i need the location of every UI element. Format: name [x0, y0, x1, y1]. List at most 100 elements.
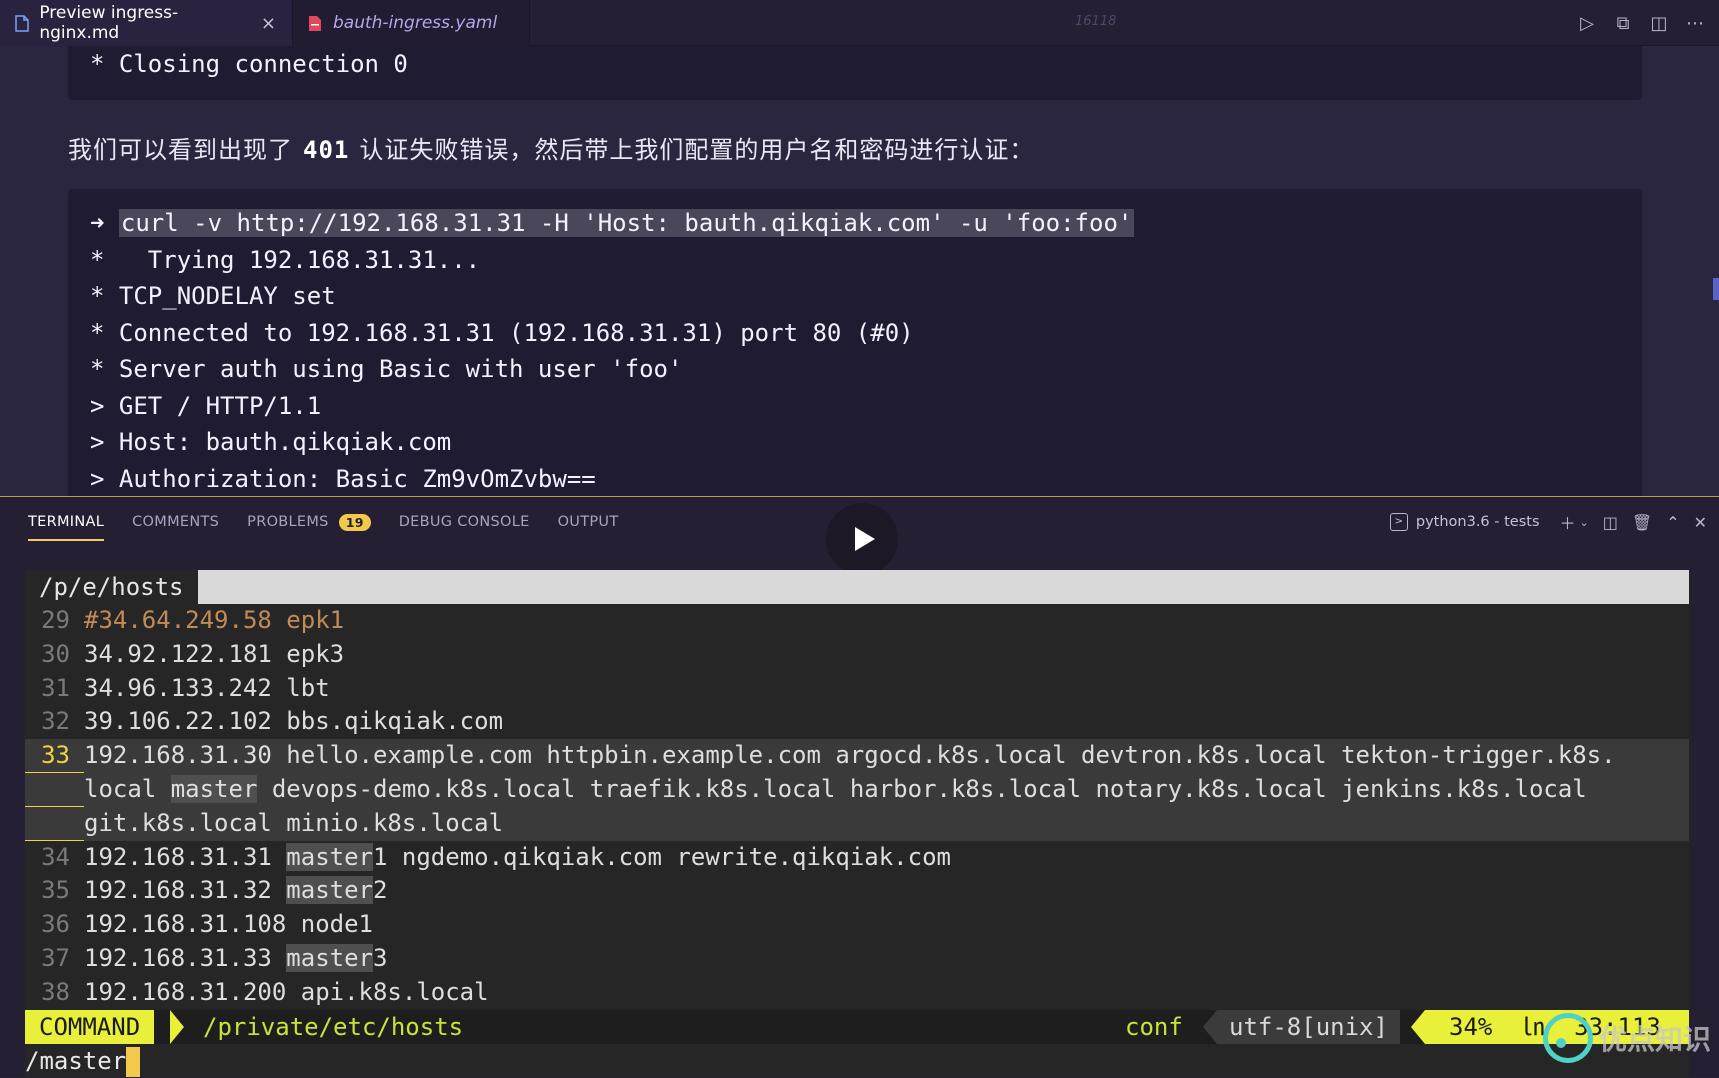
text-cursor — [126, 1047, 140, 1077]
line-number: 34 — [25, 841, 84, 875]
line-text: 39.106.22.102 bbs.qikqiak.com — [84, 705, 1689, 739]
search-match: master — [171, 775, 258, 803]
vim-line: 29#34.64.249.58 epk1 — [25, 604, 1689, 638]
code-line: * Connected to 192.168.31.31 (192.168.31… — [90, 315, 1642, 352]
tab-output[interactable]: OUTPUT — [544, 497, 633, 547]
line-number: 38 — [25, 976, 84, 1010]
paragraph: 我们可以看到出现了 401 认证失败错误，然后带上我们配置的用户名和密码进行认证： — [68, 130, 1034, 165]
yaml-file-icon — [307, 14, 323, 32]
status-code: 401 — [303, 136, 349, 164]
line-text: 192.168.31.30 hello.example.com httpbin.… — [84, 739, 1689, 773]
terminal-selector[interactable]: > python3.6 - tests — [1390, 513, 1540, 531]
search-command: /master — [25, 1047, 126, 1075]
vim-line: 34192.168.31.31 master1 ngdemo.qikqiak.c… — [25, 841, 1689, 875]
code-line: * TCP_NODELAY set — [90, 278, 1642, 315]
tab-label: Preview ingress-nginx.md — [39, 3, 249, 43]
code-line: > GET / HTTP/1.1 — [90, 388, 1642, 425]
file-encoding: utf-8[unix] — [1217, 1010, 1400, 1044]
code-line: ➜ curl -v http://192.168.31.31 -H 'Host:… — [90, 205, 1642, 242]
terminal-vim[interactable]: /p/e/hosts 29#34.64.249.58 epk1 3034.92.… — [25, 570, 1689, 1077]
editor-actions: ▷ ⧉ ◫ ⋯ — [1577, 0, 1705, 46]
watermark-text: 优点知识 — [1599, 1018, 1711, 1058]
maximize-panel-icon[interactable]: ⌃ — [1666, 513, 1679, 532]
tab-debug-console[interactable]: DEBUG CONSOLE — [385, 497, 544, 547]
shell-label: python3.6 - tests — [1416, 514, 1540, 530]
line-number: 31 — [25, 672, 84, 706]
text-segment: 2 — [373, 876, 387, 904]
play-button[interactable] — [826, 503, 898, 575]
vim-mode: COMMAND — [25, 1010, 154, 1044]
vim-line: 38192.168.31.200 api.k8s.local — [25, 976, 1689, 1010]
tab-bauth-ingress-yaml[interactable]: bauth-ingress.yaml — [292, 0, 530, 46]
panel-actions: > python3.6 - tests ＋ ⌄ ◫ 🗑 ⌃ ✕ — [1390, 497, 1707, 547]
text-segment: 192.168.31.31 — [84, 843, 286, 871]
line-number: 29 — [25, 604, 84, 638]
more-actions-icon[interactable]: ⋯ — [1685, 13, 1705, 34]
vim-line: 3134.96.133.242 lbt — [25, 672, 1689, 706]
code-line: > Authorization: Basic Zm9vOmZvbw== — [90, 461, 1642, 497]
line-number — [25, 773, 84, 807]
panel-tabs: TERMINAL COMMENTS PROBLEMS 19 DEBUG CONSO… — [14, 497, 632, 547]
line-number: 37 — [25, 942, 84, 976]
vim-current-line-wrap: local master devops-demo.k8s.local traef… — [25, 773, 1689, 807]
line-number: 30 — [25, 638, 84, 672]
line-number: 36 — [25, 908, 84, 942]
file-path: /private/etc/hosts — [203, 1010, 463, 1044]
vim-line: 3239.106.22.102 bbs.qikqiak.com — [25, 705, 1689, 739]
tab-terminal[interactable]: TERMINAL — [14, 497, 118, 547]
line-text: git.k8s.local minio.k8s.local — [84, 807, 1689, 841]
close-panel-icon[interactable]: ✕ — [1694, 513, 1707, 532]
tab-problems[interactable]: PROBLEMS 19 — [233, 497, 385, 547]
vim-current-line-wrap: git.k8s.local minio.k8s.local — [25, 807, 1689, 841]
code-line: > Host: bauth.qikqiak.com — [90, 424, 1642, 461]
vim-line: 36192.168.31.108 node1 — [25, 908, 1689, 942]
code-line: * Trying 192.168.31.31... — [90, 242, 1642, 279]
line-text: 34.92.122.181 epk3 — [84, 638, 1689, 672]
chevron-down-icon[interactable]: ⌄ — [1580, 516, 1589, 529]
vim-line: 3034.92.122.181 epk3 — [25, 638, 1689, 672]
play-icon — [855, 527, 875, 551]
line-text: local master devops-demo.k8s.local traef… — [84, 773, 1689, 807]
split-editor-icon[interactable]: ◫ — [1649, 13, 1669, 34]
tab-label: bauth-ingress.yaml — [333, 13, 497, 33]
line-text: 34.96.133.242 lbt — [84, 672, 1689, 706]
tab-comments[interactable]: COMMENTS — [118, 497, 233, 547]
text-segment: 1 ngdemo.qikqiak.com rewrite.qikqiak.com — [373, 843, 951, 871]
line-number: 32 — [25, 705, 84, 739]
vim-command-line[interactable]: /master — [25, 1044, 140, 1078]
line-number: 33 — [25, 739, 84, 773]
split-terminal-icon[interactable]: ◫ — [1603, 513, 1618, 532]
trash-icon[interactable]: 🗑 — [1632, 513, 1652, 532]
code-block-curl: ➜ curl -v http://192.168.31.31 -H 'Host:… — [68, 189, 1642, 496]
powerline-separator — [1203, 1010, 1217, 1044]
paragraph-text: 认证失败错误，然后带上我们配置的用户名和密码进行认证： — [359, 136, 1034, 164]
line-text: 192.168.31.31 master1 ngdemo.qikqiak.com… — [84, 841, 1689, 875]
problems-badge: 19 — [339, 514, 371, 531]
text-segment: 192.168.31.32 — [84, 876, 286, 904]
vim-current-line: 33192.168.31.30 hello.example.com httpbi… — [25, 739, 1689, 773]
paragraph-text: 我们可以看到出现了 — [68, 136, 293, 164]
watermark: 优点知识 — [1543, 1013, 1711, 1063]
tab-label: PROBLEMS — [247, 514, 329, 530]
file-type: conf — [1125, 1010, 1183, 1044]
line-number — [25, 807, 84, 841]
code-line: * Server auth using Basic with user 'foo… — [90, 351, 1642, 388]
vim-buffer-name: /p/e/hosts — [25, 570, 198, 604]
text-segment: local — [84, 775, 171, 803]
tab-preview-ingress-nginx[interactable]: Preview ingress-nginx.md × — [0, 0, 292, 46]
ghost-text: 16118 — [1075, 14, 1116, 29]
line-number: 35 — [25, 874, 84, 908]
vim-line: 35192.168.31.32 master2 — [25, 874, 1689, 908]
search-match: master — [286, 843, 373, 871]
powerline-separator — [1411, 1010, 1425, 1044]
scrollbar-marker[interactable] — [1713, 278, 1719, 300]
powerline-separator — [170, 1010, 184, 1044]
vim-line: 37192.168.31.33 master3 — [25, 942, 1689, 976]
close-icon[interactable]: × — [261, 13, 276, 34]
code-line: * Closing connection 0 — [90, 46, 1642, 82]
code-block-top: * Closing connection 0 — [68, 46, 1642, 100]
terminal-icon: > — [1390, 513, 1408, 531]
open-source-icon[interactable]: ⧉ — [1613, 13, 1633, 34]
run-icon[interactable]: ▷ — [1577, 13, 1597, 34]
new-terminal-icon[interactable]: ＋ — [1560, 510, 1576, 534]
